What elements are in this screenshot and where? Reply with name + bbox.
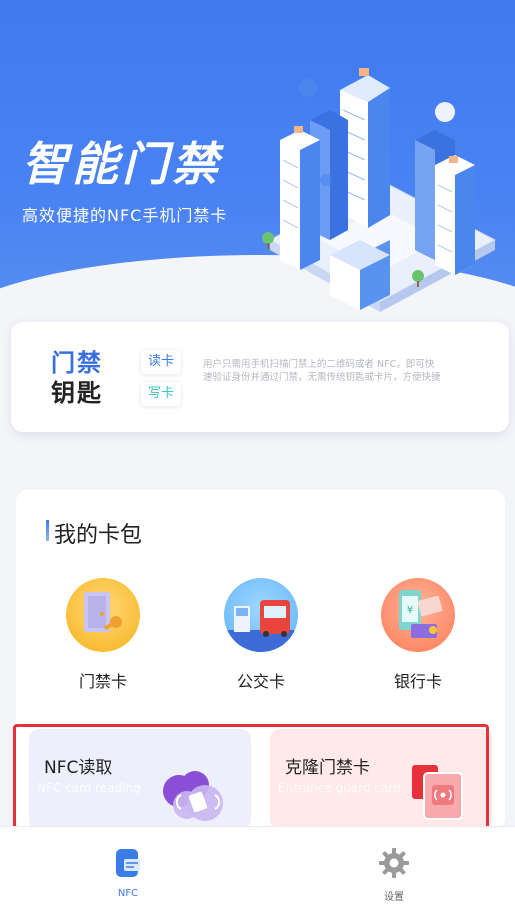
tab-nfc-label: NFC [117, 888, 139, 899]
key-title-line1: 门禁 [51, 349, 103, 377]
bottom-nav: NFC 设置 [0, 826, 515, 908]
door-card-item[interactable]: 门禁卡 [58, 578, 148, 692]
nfc-tab-icon [116, 849, 140, 877]
key-title: 门禁 钥匙 [51, 348, 121, 408]
access-key-card: 门禁 钥匙 读卡 写卡 用户只需用手机扫描门禁上的二维码或者 NFC，即可快速验… [11, 322, 509, 432]
tab-nfc[interactable]: NFC [88, 847, 168, 899]
city-illustration [262, 68, 497, 312]
key-description: 用户只需用手机扫描门禁上的二维码或者 NFC，即可快速验证身份并通过门禁，无需传… [203, 359, 441, 383]
hero-banner: 智能门禁 高效便捷的NFC手机门禁卡 [0, 0, 515, 340]
door-card-label: 门禁卡 [78, 672, 127, 691]
bank-card-label: 银行卡 [393, 672, 442, 691]
tab-settings-label: 设置 [384, 892, 404, 903]
write-card-button[interactable]: 写卡 [141, 382, 181, 406]
key-title-line2: 钥匙 [51, 379, 103, 407]
svg-text:¥: ¥ [407, 605, 413, 616]
bus-card-label: 公交卡 [236, 672, 285, 691]
hero-subtitle: 高效便捷的NFC手机门禁卡 [22, 206, 228, 225]
door-card-icon [66, 578, 140, 652]
gear-icon [379, 848, 409, 878]
hero-title: 智能门禁 [22, 137, 222, 191]
wallet-title: 我的卡包 [46, 517, 142, 549]
bus-card-icon [224, 578, 298, 652]
bus-card-item[interactable]: 公交卡 [216, 578, 306, 692]
bank-card-item[interactable]: ¥ 银行卡 [373, 578, 463, 692]
read-card-button[interactable]: 读卡 [141, 350, 181, 374]
bank-card-icon: ¥ [381, 578, 455, 652]
tab-settings[interactable]: 设置 [354, 847, 434, 903]
